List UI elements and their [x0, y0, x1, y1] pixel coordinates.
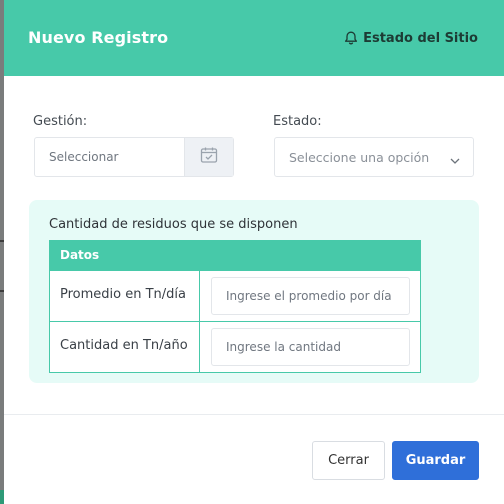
bell-icon [343, 30, 359, 46]
new-record-modal: Nuevo Registro Estado del Sitio Gestión: [4, 0, 504, 504]
modal-title: Nuevo Registro [28, 28, 169, 47]
estado-selected-value: Seleccione una opción [289, 150, 430, 165]
chevron-down-icon [449, 152, 461, 171]
gestion-label: Gestión: [33, 114, 88, 129]
residues-title: Cantidad de residuos que se disponen [49, 217, 298, 232]
average-per-day-input[interactable] [211, 277, 410, 315]
site-status-link[interactable]: Estado del Sitio [343, 30, 478, 46]
residues-panel: Cantidad de residuos que se disponen Dat… [29, 200, 479, 383]
residues-table: Datos Promedio en Tn/día Cantidad en Tn/… [49, 240, 421, 373]
column-divider [199, 322, 200, 372]
estado-select[interactable]: Seleccione una opción [274, 137, 474, 177]
footer-divider [4, 414, 504, 415]
site-status-label: Estado del Sitio [363, 30, 478, 46]
save-button[interactable]: Guardar [392, 441, 479, 480]
table-row: Cantidad en Tn/año [50, 321, 420, 372]
column-divider [199, 271, 200, 321]
table-header-label: Datos [60, 248, 100, 262]
gestion-input[interactable] [35, 138, 185, 176]
calendar-icon [199, 145, 219, 169]
quantity-per-year-label: Cantidad en Tn/año [60, 338, 188, 353]
calendar-button[interactable] [184, 138, 233, 176]
gestion-date-picker [34, 137, 234, 177]
table-header: Datos [50, 241, 420, 270]
modal-header: Nuevo Registro Estado del Sitio [4, 0, 504, 76]
table-row: Promedio en Tn/día [50, 270, 420, 321]
estado-label: Estado: [273, 114, 322, 129]
average-per-day-label: Promedio en Tn/día [60, 287, 186, 302]
quantity-per-year-input[interactable] [211, 328, 410, 366]
close-button[interactable]: Cerrar [312, 441, 385, 480]
